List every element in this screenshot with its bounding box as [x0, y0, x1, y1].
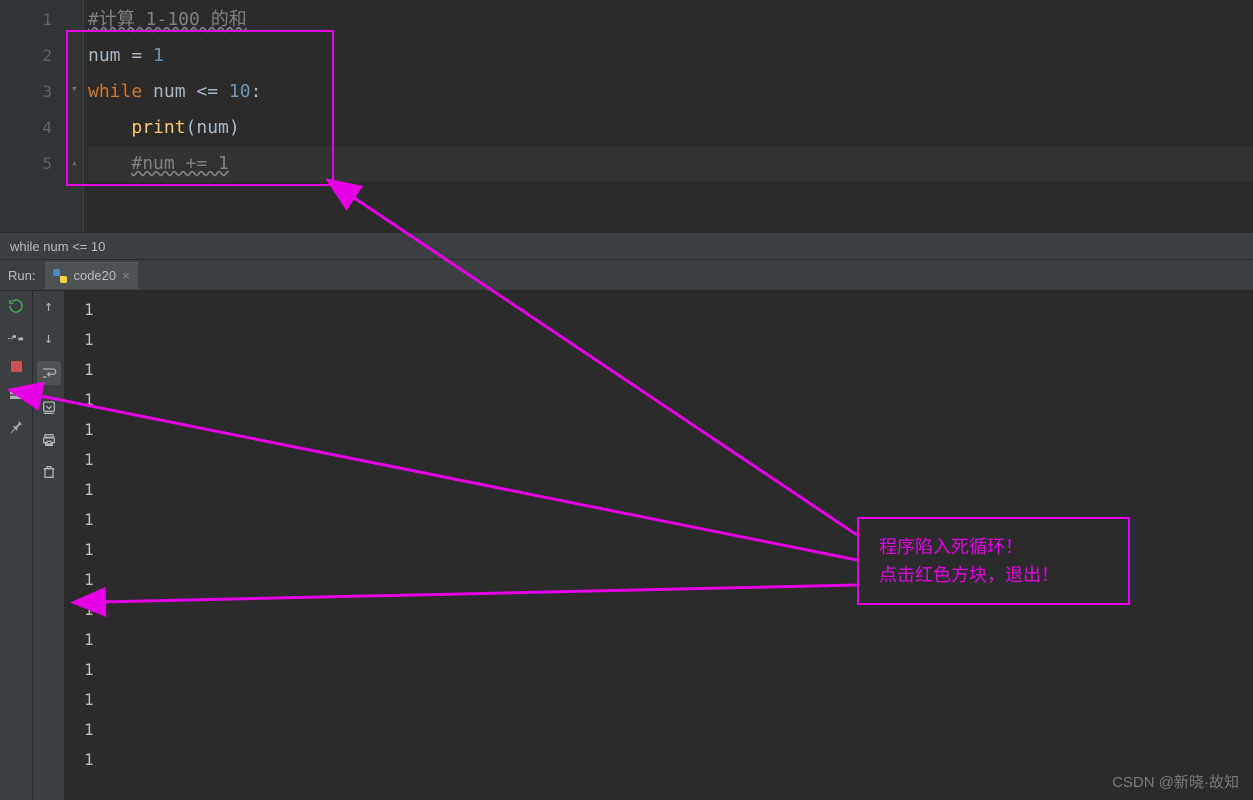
- code-line[interactable]: print(num): [88, 110, 1253, 146]
- console-line: 1: [84, 355, 1253, 385]
- trash-icon[interactable]: [40, 463, 58, 481]
- wrench-icon[interactable]: [7, 329, 25, 347]
- code-line[interactable]: num = 1: [88, 38, 1253, 74]
- console-line: 1: [84, 415, 1253, 445]
- pin-icon[interactable]: [7, 418, 25, 436]
- code-line[interactable]: while num <= 10:: [88, 74, 1253, 110]
- layout-icon[interactable]: [7, 386, 25, 404]
- print-icon[interactable]: [40, 431, 58, 449]
- rerun-icon[interactable]: [7, 297, 25, 315]
- run-toolbar-right: ↑ ↓: [32, 291, 64, 800]
- line-number: 5: [0, 146, 52, 182]
- console-line: 1: [84, 625, 1253, 655]
- console-line: 1: [84, 715, 1253, 745]
- console-line: 1: [84, 655, 1253, 685]
- console-line: 1: [84, 745, 1253, 775]
- soft-wrap-icon[interactable]: [37, 361, 61, 385]
- line-number: 1: [0, 2, 52, 38]
- annotation-callout: 程序陷入死循环！ 点击红色方块，退出！: [857, 517, 1130, 605]
- console-line: 1: [84, 385, 1253, 415]
- line-number: 2: [0, 38, 52, 74]
- console-line: 1: [84, 685, 1253, 715]
- line-number: 4: [0, 110, 52, 146]
- watermark: CSDN @新晓·故知: [1112, 771, 1239, 792]
- close-icon[interactable]: ×: [122, 268, 130, 283]
- run-label: Run:: [8, 268, 35, 283]
- line-number-gutter: 1 2 3 4 5: [0, 0, 70, 232]
- console-line: 1: [84, 475, 1253, 505]
- scroll-to-end-icon[interactable]: [40, 399, 58, 417]
- breadcrumb[interactable]: while num <= 10: [0, 232, 1253, 260]
- code-line[interactable]: #计算 1-100 的和: [88, 2, 1253, 38]
- console-line: 1: [84, 445, 1253, 475]
- console-line: 1: [84, 295, 1253, 325]
- run-tab-name: code20: [73, 268, 116, 283]
- fold-end-icon[interactable]: ▴: [71, 156, 81, 166]
- stop-button[interactable]: [11, 361, 22, 372]
- run-toolbar-left: [0, 291, 32, 800]
- line-number: 3: [0, 74, 52, 110]
- console-line: 1: [84, 325, 1253, 355]
- editor-pane: 1 2 3 4 5 ▾ ▴ #计算 1-100 的和num = 1while n…: [0, 0, 1253, 232]
- down-arrow-icon[interactable]: ↓: [40, 329, 58, 347]
- fold-toggle-icon[interactable]: ▾: [71, 82, 81, 92]
- python-file-icon: [53, 269, 67, 283]
- annotation-line2: 点击红色方块，退出！: [879, 561, 1108, 589]
- annotation-line1: 程序陷入死循环！: [879, 533, 1108, 561]
- run-tab[interactable]: code20 ×: [45, 262, 137, 289]
- run-tool-header: Run: code20 ×: [0, 260, 1253, 291]
- fold-gutter: ▾ ▴: [70, 0, 84, 232]
- up-arrow-icon[interactable]: ↑: [40, 297, 58, 315]
- code-area[interactable]: #计算 1-100 的和num = 1while num <= 10: prin…: [84, 0, 1253, 232]
- code-line[interactable]: #num += 1: [88, 146, 1253, 182]
